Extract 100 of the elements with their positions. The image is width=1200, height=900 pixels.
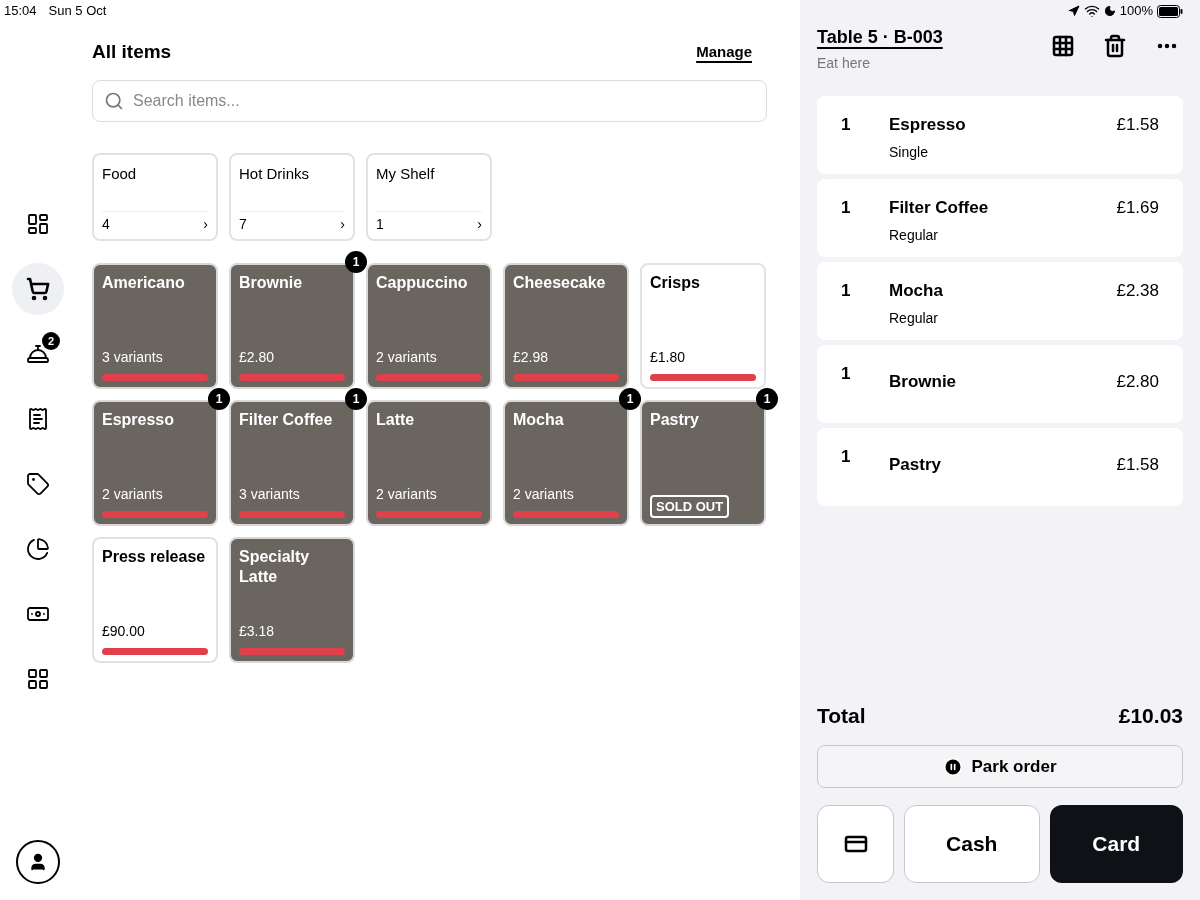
item-tile[interactable]: Latte 2 variants: [366, 400, 492, 526]
grid-icon: [26, 667, 50, 691]
item-count: 1: [376, 215, 384, 234]
item-detail: 2 variants: [513, 485, 575, 504]
count-badge: 1: [619, 388, 641, 410]
line-item-name: Mocha: [889, 280, 944, 302]
item-name: Press release: [102, 547, 207, 567]
count-badge: 2: [42, 332, 60, 350]
search-icon: [104, 91, 124, 111]
search-field[interactable]: Search items...: [92, 80, 767, 122]
person-icon: [28, 852, 48, 872]
pause-icon: [943, 756, 964, 777]
item-tile[interactable]: Cheesecake £2.98: [503, 263, 629, 389]
count-badge: 1: [756, 388, 778, 410]
split-payment-button[interactable]: [817, 805, 894, 883]
chevron-icon: ›: [477, 214, 482, 235]
line-item-name: Filter Coffee: [889, 197, 990, 219]
item-count: 7: [239, 215, 247, 234]
line-item-name: Brownie: [889, 371, 958, 393]
category-card[interactable]: My Shelf 1 ›: [366, 153, 492, 241]
item-tile[interactable]: Americano 3 variants: [92, 263, 218, 389]
item-name: Espresso: [102, 410, 176, 430]
manage-link[interactable]: Manage: [696, 40, 752, 64]
line-quantity: 1: [841, 280, 852, 302]
item-detail: 2 variants: [376, 485, 438, 504]
count-badge: 1: [345, 388, 367, 410]
item-name: Crisps: [650, 273, 701, 293]
item-detail: £1.80: [650, 348, 687, 367]
moon-icon: [1103, 5, 1116, 17]
category-name: Hot Drinks: [239, 164, 310, 184]
line-item-option: Regular: [889, 224, 1117, 246]
wifi-icon: [1083, 3, 1100, 19]
item-detail: £2.98: [513, 348, 550, 367]
status-time: 15:04: [4, 2, 37, 21]
line-item-name: Espresso: [889, 114, 967, 136]
layout-icon: [26, 212, 50, 236]
item-tile[interactable]: Crisps £1.80: [640, 263, 766, 389]
item-name: Filter Coffee: [239, 410, 334, 430]
line-quantity: 1: [841, 114, 852, 136]
order-subtitle: Eat here: [817, 54, 871, 73]
battery-level: 100%: [1119, 2, 1153, 21]
item-name: Cappuccino: [376, 273, 469, 293]
item-name: Brownie: [239, 273, 304, 293]
park-order-button[interactable]: Park order: [817, 745, 1183, 788]
battery-icon: [1157, 4, 1183, 18]
item-name: Cheesecake: [513, 273, 607, 293]
item-detail: £90.00: [102, 622, 146, 641]
line-price: £1.58: [1116, 454, 1159, 476]
line-price: £1.69: [1116, 197, 1159, 219]
item-detail: 2 variants: [102, 485, 164, 504]
category-card[interactable]: Hot Drinks 7 ›: [229, 153, 355, 241]
line-price: £2.38: [1116, 280, 1159, 302]
card-button[interactable]: Card: [1049, 805, 1183, 883]
order-title[interactable]: Table 5 · B-003: [817, 24, 943, 51]
keypad-icon[interactable]: [1051, 34, 1075, 58]
pie-chart-icon: [26, 537, 50, 561]
count-badge: 1: [208, 388, 230, 410]
chevron-icon: ›: [203, 214, 208, 235]
count-badge: 1: [345, 251, 367, 273]
item-name: Specialty Latte: [239, 547, 311, 587]
page-title: All items: [92, 39, 172, 64]
item-name: Pastry: [650, 410, 700, 430]
delete-icon[interactable]: [1103, 34, 1127, 58]
location-icon: [1067, 5, 1080, 17]
item-detail: £3.18: [239, 622, 276, 641]
line-price: £1.58: [1116, 114, 1159, 136]
sidebar-item[interactable]: 2: [12, 328, 64, 380]
item-detail: 2 variants: [376, 348, 438, 367]
line-quantity: 1: [841, 446, 852, 468]
item-name: Mocha: [513, 410, 565, 430]
bell-icon: [26, 342, 50, 366]
cart-icon: [26, 277, 50, 301]
total-amount: £10.03: [1118, 702, 1183, 729]
category-name: My Shelf: [376, 164, 436, 184]
sidebar-item[interactable]: [12, 263, 64, 315]
status-date: Sun 5 Oct: [48, 2, 107, 21]
line-quantity: 1: [841, 363, 852, 385]
cash-button[interactable]: Cash: [904, 805, 1040, 883]
category-card[interactable]: Food 4 ›: [92, 153, 218, 241]
chevron-icon: ›: [340, 214, 345, 235]
item-detail: 3 variants: [102, 348, 164, 367]
line-item-option: Regular: [889, 307, 1117, 329]
item-tile[interactable]: Cappuccino 2 variants: [366, 263, 492, 389]
item-count: 4: [102, 215, 110, 234]
item-tile[interactable]: Specialty Latte £3.18: [229, 537, 355, 663]
tag-icon: [26, 472, 50, 496]
line-item-name: Pastry: [889, 454, 942, 476]
item-detail: 3 variants: [239, 485, 301, 504]
line-quantity: 1: [841, 197, 852, 219]
item-name: Americano: [102, 273, 186, 293]
category-name: Food: [102, 164, 138, 184]
item-detail: £2.80: [239, 348, 276, 367]
total-label: Total: [817, 702, 866, 729]
item-name: Latte: [376, 410, 416, 430]
line-price: £2.80: [1116, 371, 1159, 393]
receipt-icon: [26, 407, 50, 431]
line-item-option: Single: [889, 141, 1117, 163]
sold-out-tag: SOLD OUT: [650, 494, 730, 518]
profile-button[interactable]: [16, 840, 60, 884]
item-tile[interactable]: Press release £90.00: [92, 537, 218, 663]
